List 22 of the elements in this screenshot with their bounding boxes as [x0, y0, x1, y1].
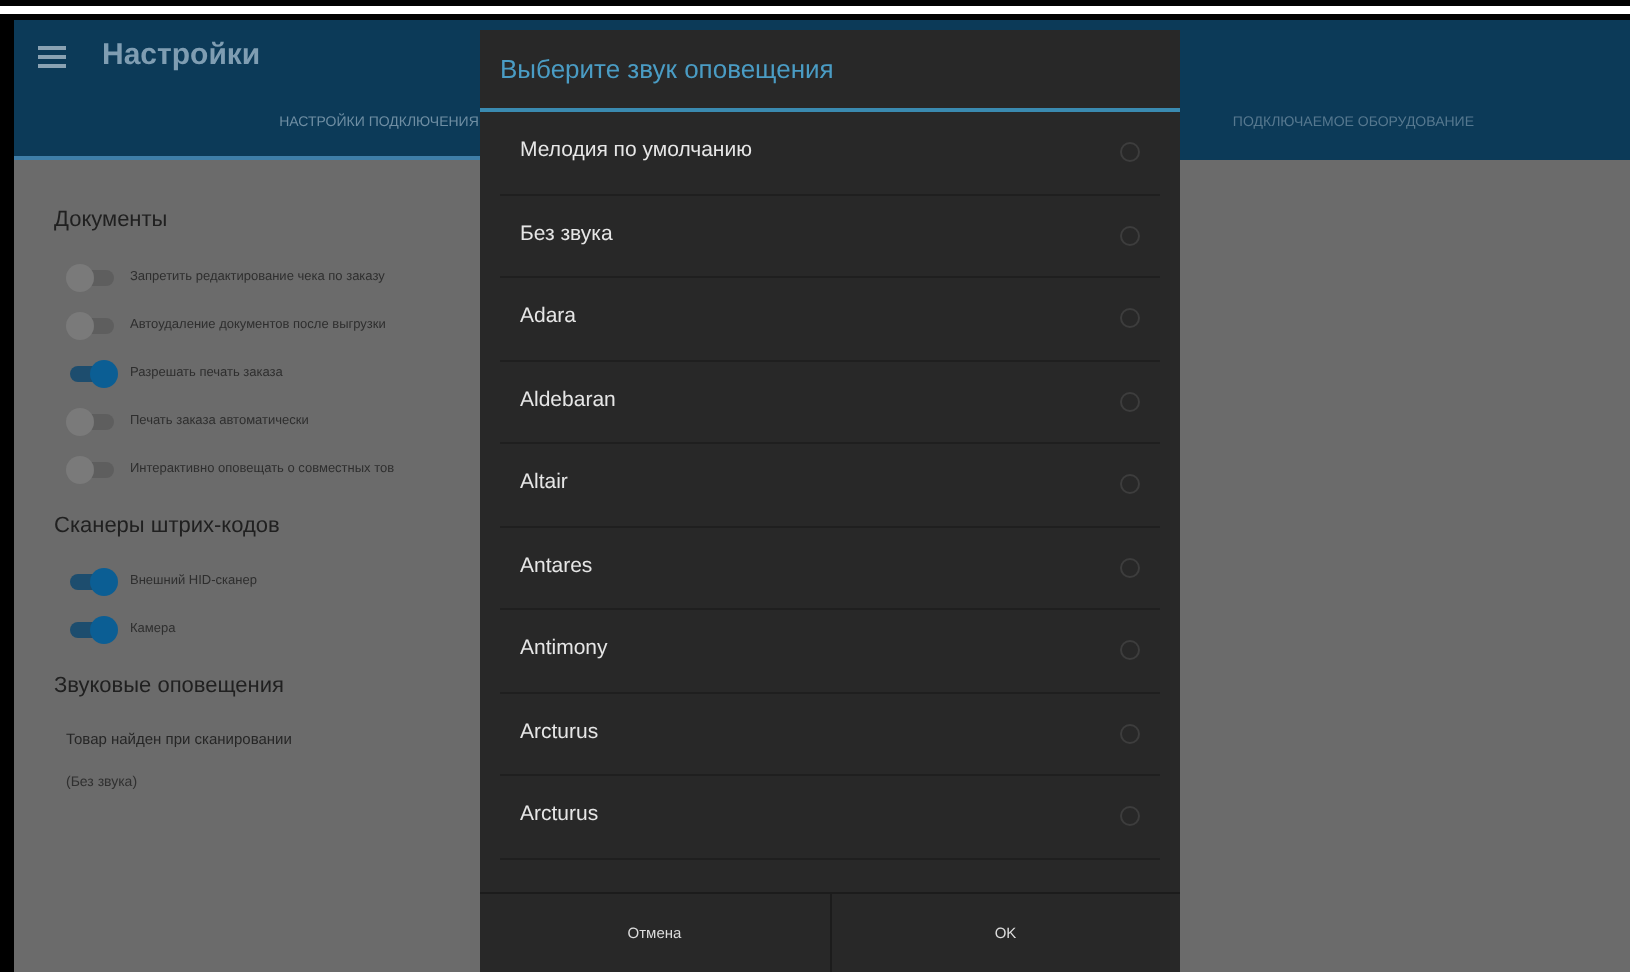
- toggle-switch[interactable]: [66, 455, 118, 483]
- sound-option[interactable]: Arcturus: [500, 776, 1160, 859]
- toggle-switch[interactable]: [66, 616, 118, 644]
- sound-option[interactable]: Antimony: [500, 610, 1160, 693]
- sound-option[interactable]: Antares: [500, 527, 1160, 610]
- sound-option[interactable]: Aldebaran: [500, 361, 1160, 444]
- sound-option[interactable]: Мелодия по умолчанию: [500, 112, 1160, 195]
- dialog-title: Выберите звук оповещения: [500, 51, 834, 88]
- app-title: Настройки: [102, 35, 261, 76]
- toggle-switch[interactable]: [66, 311, 118, 339]
- section-heading: Звуковые оповещения: [54, 672, 284, 702]
- toggle-switch[interactable]: [66, 359, 118, 387]
- sound-option[interactable]: Adara: [500, 278, 1160, 361]
- section-heading: Сканеры штрих-кодов: [54, 511, 280, 541]
- sound-option[interactable]: Altair: [500, 444, 1160, 527]
- toggle-switch[interactable]: [66, 568, 118, 596]
- toggle-switch[interactable]: [66, 263, 118, 291]
- toggle-switch[interactable]: [66, 407, 118, 435]
- menu-icon[interactable]: [38, 45, 66, 67]
- sound-option[interactable]: Без звука: [500, 195, 1160, 278]
- section-heading: Документы: [54, 206, 168, 236]
- sound-option[interactable]: Arcturus: [500, 693, 1160, 776]
